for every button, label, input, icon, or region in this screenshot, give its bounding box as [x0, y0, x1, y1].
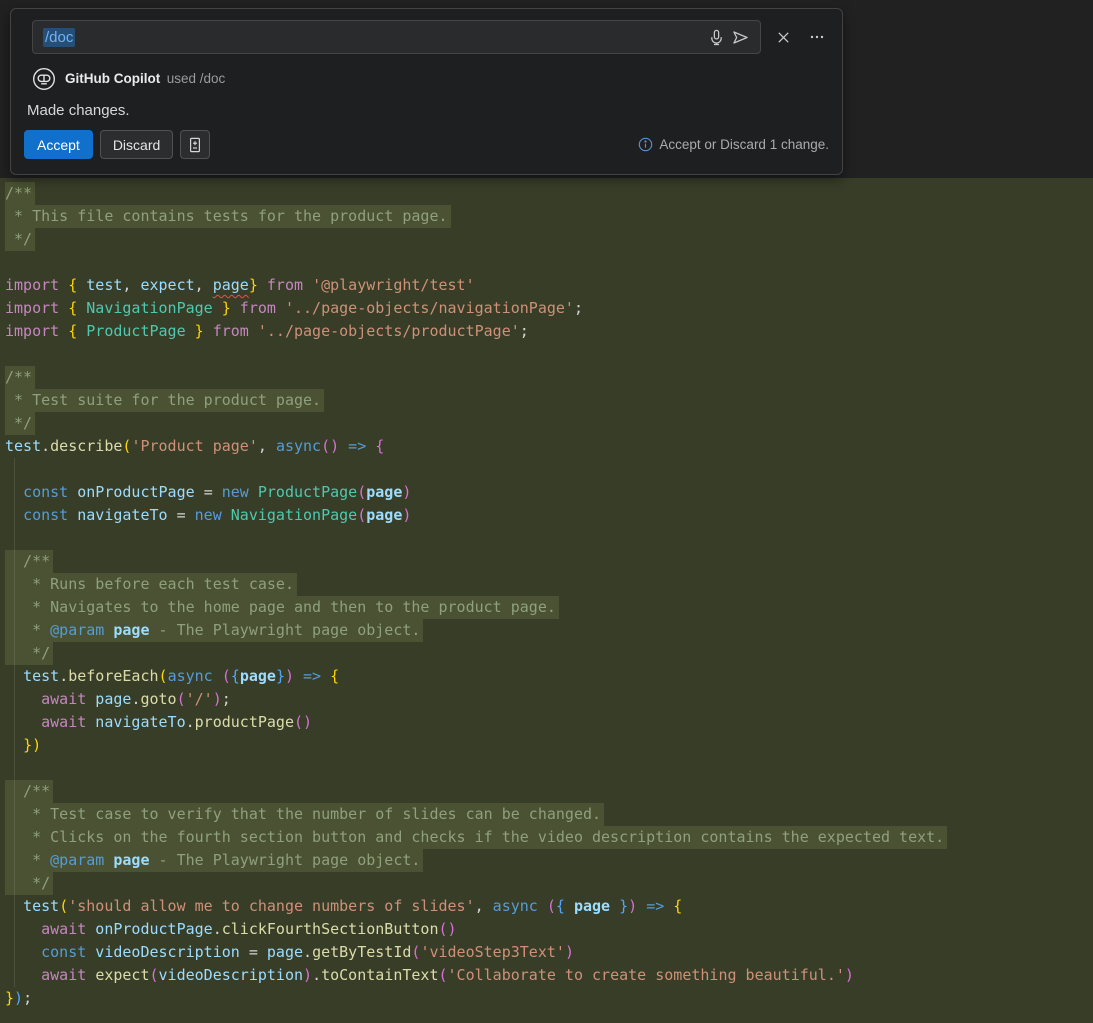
discard-button[interactable]: Discard	[100, 130, 173, 159]
code-line[interactable]: test.describe('Product page', async() =>…	[5, 435, 1093, 458]
more-icon[interactable]	[805, 25, 829, 49]
code-line[interactable]: /**	[5, 780, 1093, 803]
chat-status: Accept or Discard 1 change.	[638, 137, 829, 152]
code-lines: /** * This file contains tests for the p…	[5, 182, 1093, 1010]
code-line[interactable]	[5, 251, 1093, 274]
code-line[interactable]	[5, 458, 1093, 481]
chat-input[interactable]: /doc	[32, 20, 761, 54]
code-line[interactable]: * Runs before each test case.	[5, 573, 1093, 596]
code-line[interactable]: test.beforeEach(async ({page}) => {	[5, 665, 1093, 688]
status-note: Accept or Discard 1 change.	[659, 137, 829, 152]
code-line[interactable]: * Navigates to the home page and then to…	[5, 596, 1093, 619]
code-line[interactable]: import { ProductPage } from '../page-obj…	[5, 320, 1093, 343]
code-line[interactable]: import { NavigationPage } from '../page-…	[5, 297, 1093, 320]
code-line[interactable]: const onProductPage = new ProductPage(pa…	[5, 481, 1093, 504]
code-line[interactable]: * @param page - The Playwright page obje…	[5, 849, 1093, 872]
provider-used-command: used /doc	[167, 71, 226, 86]
mic-icon[interactable]	[704, 25, 728, 49]
chat-actions: Accept Discard Accept or Discard 1 chang…	[24, 130, 829, 159]
code-line[interactable]: const navigateTo = new NavigationPage(pa…	[5, 504, 1093, 527]
code-line[interactable]: /**	[5, 366, 1093, 389]
chat-response-header: GitHub Copilot used /doc	[32, 66, 829, 92]
accept-button[interactable]: Accept	[24, 130, 93, 159]
code-line[interactable]: */	[5, 872, 1093, 895]
code-line[interactable]: })	[5, 734, 1093, 757]
code-area: /** * This file contains tests for the p…	[0, 178, 1093, 1023]
code-line[interactable]: * @param page - The Playwright page obje…	[5, 619, 1093, 642]
code-line[interactable]	[5, 757, 1093, 780]
code-line[interactable]: /**	[5, 182, 1093, 205]
copilot-icon	[32, 67, 56, 91]
code-line[interactable]	[5, 343, 1093, 366]
code-line[interactable]: });	[5, 987, 1093, 1010]
code-line[interactable]: */	[5, 412, 1093, 435]
provider-name: GitHub Copilot	[65, 71, 160, 86]
code-line[interactable]: test('should allow me to change numbers …	[5, 895, 1093, 918]
chat-input-row: /doc	[32, 20, 829, 54]
code-line[interactable]: * Test case to verify that the number of…	[5, 803, 1093, 826]
code-line[interactable]: await expect(videoDescription).toContain…	[5, 964, 1093, 987]
send-icon[interactable]	[728, 25, 752, 49]
code-line[interactable]: */	[5, 228, 1093, 251]
code-line[interactable]: await page.goto('/');	[5, 688, 1093, 711]
code-line[interactable]: * Test suite for the product page.	[5, 389, 1093, 412]
code-line[interactable]: * Clicks on the fourth section button an…	[5, 826, 1093, 849]
code-line[interactable]	[5, 527, 1093, 550]
toggle-changes-button[interactable]	[180, 130, 210, 159]
code-line[interactable]: const videoDescription = page.getByTestI…	[5, 941, 1093, 964]
inline-chat-widget: /doc	[10, 8, 843, 175]
close-icon[interactable]	[771, 25, 795, 49]
code-line[interactable]: /**	[5, 550, 1093, 573]
code-line[interactable]: * This file contains tests for the produ…	[5, 205, 1093, 228]
code-line[interactable]: await navigateTo.productPage()	[5, 711, 1093, 734]
slash-command-chip: /doc	[43, 28, 75, 47]
code-line[interactable]: import { test, expect, page} from '@play…	[5, 274, 1093, 297]
code-line[interactable]: */	[5, 642, 1093, 665]
chat-response-message: Made changes.	[27, 102, 829, 119]
info-icon	[638, 137, 653, 152]
code-line[interactable]: await onProductPage.clickFourthSectionBu…	[5, 918, 1093, 941]
